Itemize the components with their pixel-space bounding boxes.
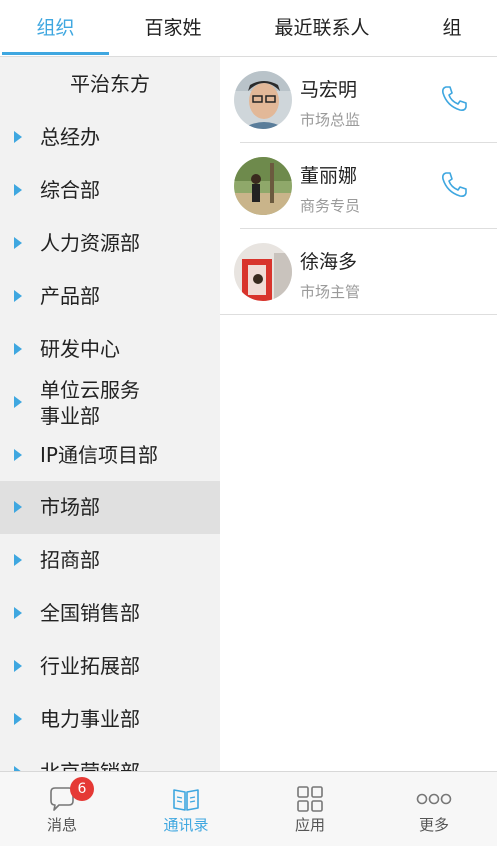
avatar <box>234 157 292 215</box>
grid-icon <box>295 784 325 814</box>
contact-row[interactable]: 董丽娜 商务专员 <box>220 143 497 229</box>
department-sidebar[interactable]: 平治东方 总经办 综合部 人力资源部 产品部 研发中心 单位云服务事业部 IP通… <box>0 57 220 771</box>
sidebar-item-label: 产品部 <box>40 284 100 308</box>
tab-organization[interactable]: 组织 <box>2 0 109 56</box>
sidebar-item-label: 总经办 <box>40 125 100 149</box>
nav-label: 消息 <box>46 816 77 834</box>
active-tab-indicator <box>2 52 109 55</box>
phone-icon[interactable] <box>438 83 470 115</box>
sidebar-item-cloud-service[interactable]: 单位云服务事业部 <box>0 376 220 429</box>
contact-name: 徐海多 <box>300 251 358 273</box>
sidebar-item-ip-comm[interactable]: IP通信项目部 <box>0 429 220 482</box>
sidebar-item-rnd[interactable]: 研发中心 <box>0 323 220 376</box>
sidebar-item-label: 电力事业部 <box>40 707 140 731</box>
arrow-right-icon <box>14 343 22 355</box>
nav-contacts[interactable]: 通讯录 <box>124 772 248 846</box>
contact-name: 董丽娜 <box>300 165 358 187</box>
contact-name: 马宏明 <box>300 79 358 101</box>
sidebar-item-label: 单位云服务事业部 <box>40 378 140 428</box>
sidebar-item-label: 综合部 <box>40 178 100 202</box>
arrow-right-icon <box>14 290 22 302</box>
sidebar-item-label: IP通信项目部 <box>40 443 158 467</box>
sidebar-item-marketing[interactable]: 市场部 <box>0 481 220 534</box>
sidebar-item-label: 全国销售部 <box>40 601 140 625</box>
sidebar-item-label: 人力资源部 <box>40 231 140 255</box>
sidebar-item-product[interactable]: 产品部 <box>0 270 220 323</box>
arrow-right-icon <box>14 607 22 619</box>
sidebar-item-hr[interactable]: 人力资源部 <box>0 217 220 270</box>
tab-groups[interactable]: 组 <box>430 0 474 56</box>
arrow-right-icon <box>14 396 22 408</box>
nav-messages[interactable]: 6 消息 <box>0 772 124 846</box>
phone-icon[interactable] <box>438 169 470 201</box>
arrow-right-icon <box>14 237 22 249</box>
arrow-right-icon <box>14 184 22 196</box>
sidebar-item-label: 市场部 <box>40 495 100 519</box>
sidebar-item-beijing-marketing[interactable]: 北京营销部 <box>0 746 220 771</box>
sidebar-item-label: 北京营销部 <box>40 746 140 771</box>
more-dots-icon <box>416 784 452 814</box>
sidebar-item-investment[interactable]: 招商部 <box>0 534 220 587</box>
sidebar-item-national-sales[interactable]: 全国销售部 <box>0 587 220 640</box>
tab-recent-contacts[interactable]: 最近联系人 <box>252 0 392 56</box>
unread-badge: 6 <box>70 777 94 801</box>
nav-more[interactable]: 更多 <box>372 772 496 846</box>
contact-row[interactable]: 马宏明 市场总监 <box>220 57 497 143</box>
arrow-right-icon <box>14 131 22 143</box>
bottom-nav-bar: 6 消息 通讯录 应用 更多 <box>0 771 497 846</box>
arrow-right-icon <box>14 501 22 513</box>
sidebar-item-ceo-office[interactable]: 总经办 <box>0 111 220 164</box>
sidebar-item-label: 研发中心 <box>40 337 120 361</box>
avatar <box>234 243 292 301</box>
contact-role: 市场总监 <box>300 111 361 129</box>
sidebar-item-label: 招商部 <box>40 548 100 572</box>
contact-row[interactable]: 徐海多 市场主管 <box>220 229 497 315</box>
sidebar-item-general-dept[interactable]: 综合部 <box>0 164 220 217</box>
sidebar-item-power[interactable]: 电力事业部 <box>0 693 220 746</box>
book-icon <box>171 784 201 814</box>
organization-title: 平治东方 <box>70 72 150 96</box>
arrow-right-icon <box>14 449 22 461</box>
contact-role: 市场主管 <box>300 283 361 301</box>
sidebar-item-label: 行业拓展部 <box>40 654 140 678</box>
nav-label: 更多 <box>418 816 449 834</box>
arrow-right-icon <box>14 554 22 566</box>
nav-label: 通讯录 <box>163 816 209 834</box>
nav-apps[interactable]: 应用 <box>248 772 372 846</box>
sidebar-item-industry-expansion[interactable]: 行业拓展部 <box>0 640 220 693</box>
divider <box>220 314 497 315</box>
arrow-right-icon <box>14 713 22 725</box>
contact-role: 商务专员 <box>300 197 361 215</box>
top-tab-bar: 组织 百家姓 最近联系人 组 <box>0 0 497 57</box>
nav-label: 应用 <box>294 816 325 834</box>
avatar <box>234 71 292 129</box>
arrow-right-icon <box>14 660 22 672</box>
tab-surnames[interactable]: 百家姓 <box>118 0 228 56</box>
